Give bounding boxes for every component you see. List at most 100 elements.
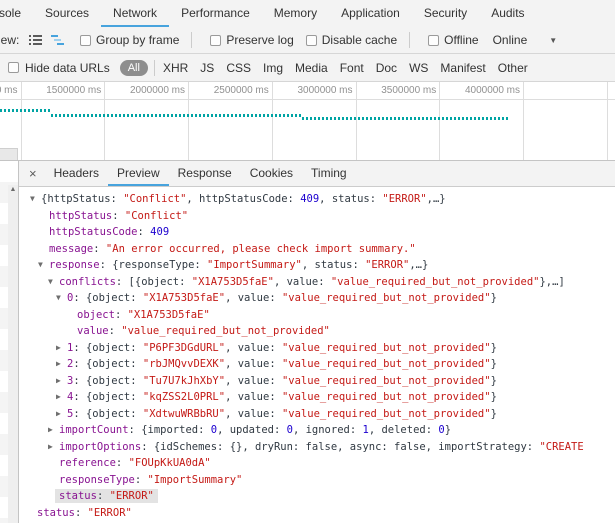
tab-sole[interactable]: sole [0, 0, 33, 27]
selected-row-highlight: status: "ERROR" [55, 489, 158, 503]
tree-row-status[interactable]: status: "ERROR" [19, 505, 615, 522]
json-punctuation: : [108, 325, 122, 337]
tab-network[interactable]: Network [101, 0, 170, 27]
json-punctuation: : {object: [73, 341, 143, 354]
json-number: 409 [150, 226, 170, 238]
json-punctuation: : {object: [73, 391, 143, 403]
json-punctuation: , updated: [217, 424, 287, 436]
filter-type-js[interactable]: JS [194, 61, 220, 75]
disclosure-triangle-icon[interactable]: ▶ [56, 389, 61, 406]
throttling-select[interactable]: Online [493, 33, 528, 47]
json-string: "CREATE [539, 440, 584, 453]
preserve-log-checkbox[interactable] [210, 34, 222, 46]
requests-scrollbar[interactable]: ▲ [8, 185, 18, 523]
tree-row-response[interactable]: ▼ response: {responseType: "ImportSummary… [19, 257, 615, 274]
preview-json-tree: ▼ {httpStatus: "Conflict", httpStatusCode… [19, 187, 615, 523]
timeline-gridline [606, 82, 608, 160]
tree-row-importOptions[interactable]: ▶ importOptions: {idSchemes: {}, dryRun: … [19, 439, 615, 456]
filter-type-manifest[interactable]: Manifest [434, 61, 491, 75]
close-icon[interactable]: × [19, 161, 45, 186]
filter-type-other[interactable]: Other [492, 61, 534, 75]
tree-row-status-selected[interactable]: status: "ERROR" [19, 488, 615, 505]
json-string: "rbJMQvvDEXK" [142, 358, 226, 370]
tab-application[interactable]: Application [329, 0, 412, 27]
tree-row-5[interactable]: ▶ 5: {object: "XdtwuWRBbRU", value: "valu… [19, 406, 615, 423]
filter-type-xhr[interactable]: XHR [157, 61, 194, 75]
disclosure-triangle-icon[interactable]: ▼ [48, 274, 53, 291]
scroll-up-icon[interactable]: ▲ [8, 185, 18, 195]
json-punctuation: , value: [225, 374, 282, 387]
tab-audits[interactable]: Audits [479, 0, 536, 27]
tab-security[interactable]: Security [412, 0, 479, 27]
tree-row-httpStatusCode[interactable]: httpStatusCode: 409 [19, 224, 615, 241]
timeline-tick-label: 0 ms [0, 85, 18, 96]
tree-row-value[interactable]: value: "value_required_but_not_provided" [19, 323, 615, 340]
tree-row-message[interactable]: message: "An error occurred, please chec… [19, 241, 615, 258]
timeline-overview[interactable]: 0 ms 1500000 ms 2000000 ms 2500000 ms 300000… [0, 82, 615, 160]
disclosure-triangle-icon[interactable]: ▶ [56, 356, 61, 373]
disclosure-triangle-icon[interactable]: ▶ [56, 340, 61, 357]
filter-type-img[interactable]: Img [257, 61, 289, 75]
json-string: "Conflict" [123, 193, 187, 205]
filter-type-media[interactable]: Media [289, 61, 334, 75]
list-view-icon[interactable] [24, 31, 46, 49]
json-punctuation: ,…} [409, 259, 429, 271]
tree-row-reference[interactable]: reference: "FOUpKkUA0dA" [19, 455, 615, 472]
filter-type-doc[interactable]: Doc [370, 61, 403, 75]
tree-row-3[interactable]: ▶ 3: {object: "Tu7U7kJhXbY", value: "valu… [19, 373, 615, 390]
timeline-gridline [104, 82, 106, 160]
tree-row-responseType[interactable]: responseType: "ImportSummary" [19, 472, 615, 489]
filter-type-css[interactable]: CSS [220, 61, 257, 75]
json-punctuation: : [114, 308, 128, 321]
json-punctuation: } [444, 424, 452, 436]
tab-performance[interactable]: Performance [169, 0, 262, 27]
tree-row-0[interactable]: ▼ 0: {object: "X1A753D5faE", value: "valu… [19, 290, 615, 307]
json-punctuation: : [134, 473, 148, 486]
disclosure-triangle-icon[interactable]: ▶ [56, 406, 61, 423]
group-by-frame-checkbox[interactable] [80, 34, 91, 46]
hide-data-urls-checkbox[interactable] [8, 62, 19, 73]
detail-tab-preview[interactable]: Preview [107, 161, 169, 186]
json-key: response [49, 259, 100, 271]
disable-cache-checkbox[interactable] [305, 34, 317, 46]
json-string: "ERROR" [365, 259, 410, 271]
detail-tab-response[interactable]: Response [169, 161, 241, 186]
timeline-gridline [523, 82, 524, 160]
tree-row-4[interactable]: ▶ 4: {object: "kqZSS2L0PRL", value: "valu… [19, 389, 615, 406]
tree-row-root[interactable]: ▼ {httpStatus: "Conflict", httpStatusCode… [19, 191, 615, 208]
tree-row-importCount[interactable]: ▶ importCount: {imported: 0, updated: 0, … [19, 422, 615, 439]
detail-tab-cookies[interactable]: Cookies [241, 161, 302, 186]
filter-type-ws[interactable]: WS [403, 61, 434, 75]
filter-all-pill[interactable]: All [119, 59, 148, 76]
disclosure-triangle-icon[interactable]: ▶ [48, 422, 53, 439]
disclosure-triangle-icon[interactable]: ▼ [30, 191, 35, 208]
waterfall-view-icon[interactable] [46, 31, 68, 49]
tab-memory[interactable]: Memory [262, 0, 329, 27]
toolbar-separator [191, 32, 193, 48]
json-key: importOptions [59, 440, 142, 453]
offline-checkbox[interactable] [428, 34, 440, 46]
tree-row-object[interactable]: object: "X1A753D5faE" [19, 307, 615, 324]
waterfall-segment [51, 114, 302, 117]
json-string: "value_required_but_not_provided" [281, 358, 491, 370]
disclosure-triangle-icon[interactable]: ▼ [38, 257, 43, 274]
filter-type-font[interactable]: Font [334, 61, 370, 75]
json-punctuation: : [74, 506, 88, 519]
json-string: "value_required_but_not_provided" [281, 374, 491, 387]
json-string: "X1A753D5faE" [191, 275, 274, 288]
requests-list-strip[interactable]: ▲ [0, 161, 19, 523]
tab-sources[interactable]: Sources [33, 0, 101, 27]
tree-row-1[interactable]: ▶ 1: {object: "P6PF3DGdURL", value: "valu… [19, 340, 615, 357]
tree-row-conflicts[interactable]: ▼ conflicts: [{object: "X1A753D5faE", val… [19, 274, 615, 291]
json-key: value [77, 325, 109, 337]
disclosure-triangle-icon[interactable]: ▼ [56, 290, 61, 307]
json-punctuation: : [93, 242, 106, 255]
detail-tab-timing[interactable]: Timing [302, 161, 356, 186]
chevron-down-icon[interactable]: ▼ [549, 36, 557, 45]
disclosure-triangle-icon[interactable]: ▶ [56, 373, 61, 390]
disclosure-triangle-icon[interactable]: ▶ [48, 439, 53, 456]
tree-row-2[interactable]: ▶ 2: {object: "rbJMQvvDEXK", value: "valu… [19, 356, 615, 373]
tree-row-httpStatus[interactable]: httpStatus: "Conflict" [19, 208, 615, 225]
detail-tab-headers[interactable]: Headers [45, 161, 108, 186]
json-punctuation: , status: [301, 259, 366, 271]
